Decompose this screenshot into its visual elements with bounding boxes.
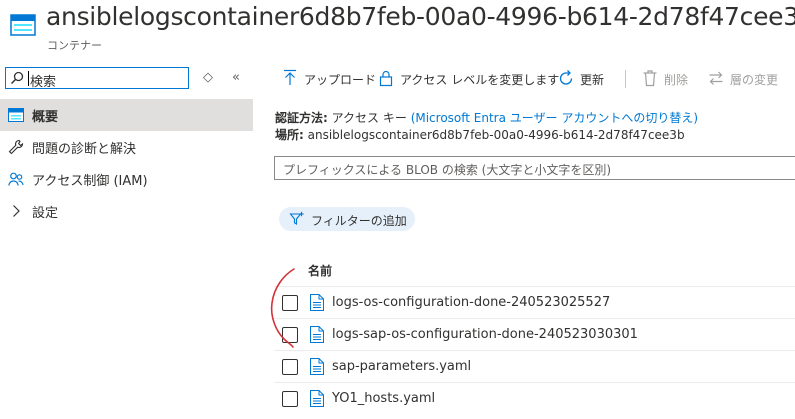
swap-arrows-icon bbox=[709, 71, 723, 85]
left-nav: 検索 ◇ « 概要 問題の診断と解決 アクセス制御 (IAM) 設定 bbox=[0, 60, 255, 419]
table-row[interactable]: logs-sap-os-configuration-done-240523030… bbox=[274, 318, 795, 350]
location-value: ansiblelogscontainer6d8b7feb-00a0-4996-b… bbox=[307, 128, 685, 142]
auth-method-value: アクセス キー bbox=[331, 111, 407, 125]
blob-name[interactable]: logs-sap-os-configuration-done-240523030… bbox=[332, 327, 638, 342]
lock-icon bbox=[379, 70, 393, 87]
command-bar: アップロード アクセス レベルを変更します 更新 削除 層の変更 bbox=[270, 62, 795, 96]
refresh-icon bbox=[559, 70, 573, 85]
toolbar-divider bbox=[625, 70, 626, 88]
auth-method-line: 認証方法: アクセス キー (Microsoft Entra ユーザー アカウン… bbox=[275, 109, 698, 126]
overview-icon bbox=[8, 108, 24, 122]
blob-name[interactable]: logs-os-configuration-done-240523025527 bbox=[332, 295, 610, 310]
nav-search-input[interactable]: 検索 bbox=[5, 67, 189, 90]
file-icon bbox=[310, 326, 324, 343]
location-label: 場所: bbox=[275, 128, 304, 142]
sidebar-item-diagnose[interactable]: 問題の診断と解決 bbox=[0, 131, 253, 163]
page-subtitle: コンテナー bbox=[47, 39, 102, 52]
nav-search-value: 検索 bbox=[30, 75, 57, 90]
page-header: ansiblelogscontainer6d8b7feb-00a0-4996-b… bbox=[0, 0, 795, 56]
blob-prefix-search-placeholder: プレフィックスによる BLOB の検索 (大文字と小文字を区別) bbox=[283, 163, 612, 177]
trash-icon bbox=[643, 70, 657, 87]
switch-to-entra-link[interactable]: (Microsoft Entra ユーザー アカウントへの切り替え) bbox=[411, 111, 698, 125]
table-row[interactable]: logs-os-configuration-done-240523025527 bbox=[274, 286, 795, 318]
expand-collapse-icon[interactable]: ◇ bbox=[203, 70, 213, 85]
location-line: 場所: ansiblelogscontainer6d8b7feb-00a0-49… bbox=[275, 126, 685, 143]
row-checkbox[interactable] bbox=[282, 359, 298, 375]
change-tier-label: 層の変更 bbox=[730, 73, 779, 87]
sidebar-item-overview[interactable]: 概要 bbox=[0, 99, 253, 131]
add-filter-button[interactable]: フィルターの追加 bbox=[279, 207, 415, 231]
container-icon bbox=[10, 14, 36, 36]
filter-add-icon bbox=[289, 211, 304, 225]
collapse-menu-icon[interactable]: « bbox=[232, 70, 240, 85]
refresh-label: 更新 bbox=[580, 73, 605, 87]
change-access-level-label: アクセス レベルを変更します bbox=[400, 73, 560, 87]
blob-name[interactable]: sap-parameters.yaml bbox=[332, 359, 471, 374]
blob-name[interactable]: YO1_hosts.yaml bbox=[332, 391, 435, 406]
search-icon bbox=[10, 71, 24, 85]
file-icon bbox=[310, 294, 324, 311]
table-row[interactable]: YO1_hosts.yaml bbox=[274, 382, 795, 414]
red-annotation-mark bbox=[270, 268, 295, 348]
delete-label: 削除 bbox=[664, 73, 689, 87]
column-header-name[interactable]: 名前 bbox=[308, 262, 332, 279]
page-title: ansiblelogscontainer6d8b7feb-00a0-4996-b… bbox=[46, 2, 795, 31]
sidebar-item-label: 問題の診断と解決 bbox=[32, 142, 137, 157]
chevron-right-icon bbox=[13, 205, 20, 217]
blob-prefix-search-input[interactable]: プレフィックスによる BLOB の検索 (大文字と小文字を区別) bbox=[274, 156, 795, 180]
text-caret bbox=[28, 71, 29, 86]
sidebar-item-settings[interactable]: 設定 bbox=[0, 195, 253, 227]
people-icon bbox=[8, 172, 24, 186]
upload-label: アップロード bbox=[304, 73, 377, 87]
file-icon bbox=[310, 390, 324, 407]
sidebar-item-label: 設定 bbox=[32, 206, 59, 221]
sidebar-item-iam[interactable]: アクセス制御 (IAM) bbox=[0, 163, 253, 195]
sidebar-item-label: アクセス制御 (IAM) bbox=[32, 174, 148, 189]
auth-method-label: 認証方法: bbox=[275, 111, 328, 125]
row-checkbox[interactable] bbox=[282, 391, 298, 407]
wrench-icon bbox=[8, 139, 24, 155]
table-row[interactable]: sap-parameters.yaml bbox=[274, 350, 795, 382]
file-icon bbox=[310, 358, 324, 375]
sidebar-item-label: 概要 bbox=[32, 110, 59, 125]
upload-icon bbox=[284, 69, 296, 85]
add-filter-label: フィルターの追加 bbox=[311, 214, 407, 228]
